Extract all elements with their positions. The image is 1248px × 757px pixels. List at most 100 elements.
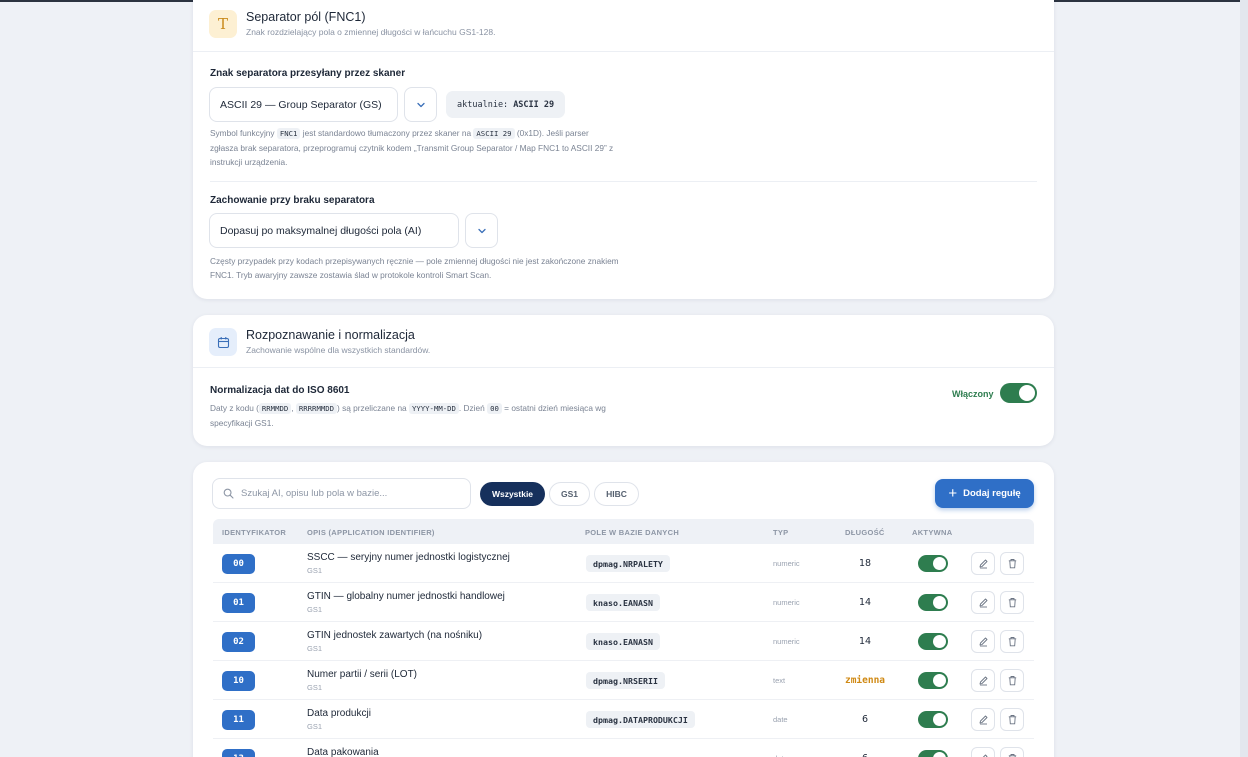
delete-rule-button[interactable] [1000,591,1024,614]
rule-active-toggle[interactable] [918,594,948,611]
rule-active-toggle[interactable] [918,750,948,757]
scrollbar-track[interactable] [1240,0,1248,757]
pencil-icon [978,597,989,608]
trash-icon [1007,753,1018,757]
db-field: dpmag.NRPALETY [586,555,670,572]
help-text-line: FNC1. Tryb awaryjny zawsze zostawia ślad… [210,270,492,280]
rule-standard: GS1 [307,644,323,653]
inline-code: 00 [487,403,502,414]
help-text-line: instrukcji urządzenia. [210,157,288,167]
rule-active-toggle[interactable] [918,711,948,728]
inline-code: ASCII 29 [473,128,515,139]
ai-identifier-badge: 00 [222,554,255,574]
rule-description: SSCC — seryjny numer jednostki logistycz… [307,552,510,563]
delete-rule-button[interactable] [1000,552,1024,575]
filter-gs1[interactable]: GS1 [549,482,590,506]
recognition-card-subtitle: Zachowanie wspólne dla wszystkich standa… [246,345,431,355]
add-rule-button[interactable]: + Dodaj regułę [935,479,1034,508]
trash-icon [1007,558,1018,569]
pencil-icon [978,753,989,757]
rules-table-header: IDENTYFIKATOR OPIS (APPLICATION IDENTIFI… [213,519,1034,544]
edit-rule-button[interactable] [971,552,995,575]
inline-code: RRMMDD [258,403,292,414]
table-row: 11 Data produkcji GS1 dpmag.DATAPRODUKCJI da… [213,700,1034,739]
rule-description: Numer partii / serii (LOT) [307,669,418,680]
rule-active-toggle[interactable] [918,672,948,689]
date-normalization-toggle[interactable] [1000,383,1037,403]
missing-separator-help: Częsty przypadek przy kodach przepisywan… [210,254,619,282]
edit-rule-button[interactable] [971,630,995,653]
column-header-length: DŁUGOŚĆ [845,528,885,537]
column-header-type: TYP [773,528,789,537]
edit-rule-button[interactable] [971,591,995,614]
table-row: 00 SSCC — seryjny numer jednostki logisty… [213,544,1034,583]
missing-separator-label: Zachowanie przy braku separatora [210,195,375,206]
rule-length: 6 [861,714,869,725]
trash-icon [1007,714,1018,725]
rule-length: 14 [858,597,872,608]
divider [193,51,1054,52]
help-text: jest standardowo tłumaczony przez skaner… [302,128,472,138]
help-text-line: Częsty przypadek przy kodach przepisywan… [210,256,619,266]
rule-active-toggle[interactable] [918,555,948,572]
help-text: Daty z kodu ( [210,403,259,413]
table-row: 02 GTIN jednostek zawartych (na nośniku) G… [213,622,1034,661]
help-text-line: specyfikacji GS1. [210,418,274,428]
scanner-separator-help: Symbol funkcyjny FNC1 jest standardowo t… [210,126,613,169]
rule-type: date [773,715,788,724]
add-rule-label: Dodaj regułę [963,488,1021,499]
db-field: dpmag.NRSERII [586,672,665,689]
edit-rule-button[interactable] [971,708,995,731]
current-prefix: aktualnie: [457,99,509,110]
trash-icon [1007,597,1018,608]
scanner-separator-dropdown-button[interactable] [404,87,437,122]
rules-search[interactable] [212,478,471,509]
text-type-icon: T [209,10,237,38]
edit-rule-button[interactable] [971,747,995,757]
recognition-card-title: Rozpoznawanie i normalizacja [246,328,415,342]
table-row: 10 Numer partii / serii (LOT) GS1 dpmag.NRS… [213,661,1034,700]
separator-card-title: Separator pól (FNC1) [246,10,366,24]
delete-rule-button[interactable] [1000,669,1024,692]
inline-code: RRRRMMDD [295,403,338,414]
filter-hibc[interactable]: HIBC [594,482,639,506]
rule-standard: GS1 [307,605,323,614]
pencil-icon [978,636,989,647]
missing-separator-dropdown-button[interactable] [465,213,498,248]
search-icon [223,488,234,499]
rule-length: 18 [858,558,872,569]
column-header-db-field: POLE W BAZIE DANYCH [585,528,680,537]
pencil-icon [978,675,989,686]
rule-standard: GS1 [307,566,323,575]
divider [193,367,1054,368]
rule-description: GTIN — globalny numer jednostki handlowe… [307,591,505,602]
rule-type: numeric [773,637,800,646]
column-header-active: AKTYWNA [912,528,953,537]
plus-icon: + [948,485,958,502]
trash-icon [1007,636,1018,647]
search-input[interactable] [241,488,461,499]
inline-code: YYYY-MM-DD [408,403,459,414]
edit-rule-button[interactable] [971,669,995,692]
missing-separator-select[interactable]: Dopasuj po maksymalnej długości pola (AI… [209,213,459,248]
pencil-icon [978,714,989,725]
rule-length: zmienna [844,675,886,686]
help-text: (0x1D). Jeśli parser [516,128,589,138]
help-text: . Dzień [458,403,485,413]
rule-type: numeric [773,559,800,568]
rule-type: text [773,676,786,685]
column-header-identifier: IDENTYFIKATOR [222,528,287,537]
delete-rule-button[interactable] [1000,630,1024,653]
filter-all[interactable]: Wszystkie [480,482,545,506]
ai-identifier-badge: 10 [222,671,255,691]
rule-active-toggle[interactable] [918,633,948,650]
date-normalization-label: Normalizacja dat do ISO 8601 [210,385,350,396]
ai-identifier-badge: 01 [222,593,255,613]
delete-rule-button[interactable] [1000,708,1024,731]
table-row: 13Data pakowaniaGS1date6 [213,739,1034,757]
scanner-separator-select[interactable]: ASCII 29 — Group Separator (GS) [209,87,398,122]
separator-card-header: T Separator pól (FNC1) Znak rozdzielając… [209,10,1038,50]
column-header-description: OPIS (APPLICATION IDENTIFIER) [307,528,435,537]
delete-rule-button[interactable] [1000,747,1024,757]
pencil-icon [978,558,989,569]
